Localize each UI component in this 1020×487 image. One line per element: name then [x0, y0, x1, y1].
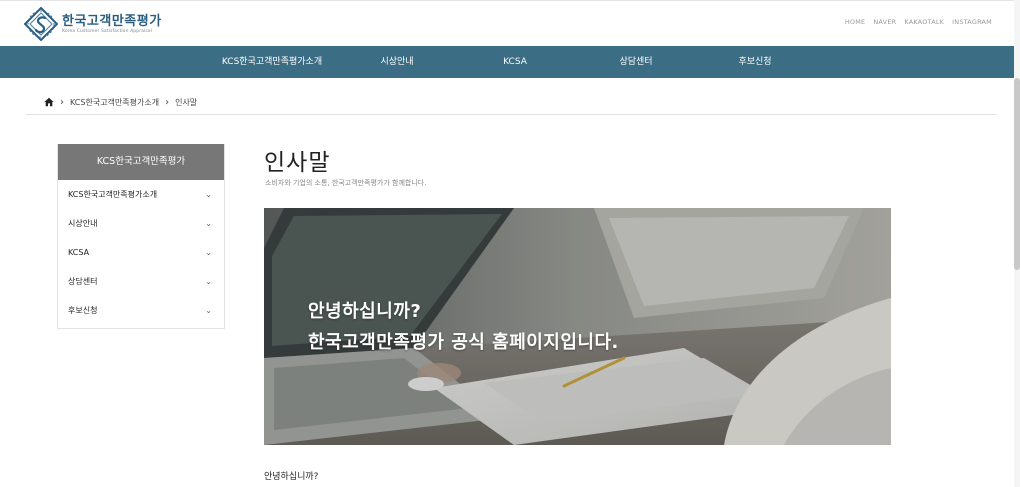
page-title: 인사말	[264, 150, 331, 176]
sidebar-item-label: 상담센터	[68, 277, 98, 286]
breadcrumb-divider	[26, 114, 996, 115]
logo-emblem-icon	[24, 7, 58, 41]
banner-line-2: 한국고객만족평가 공식 홈페이지입니다.	[308, 332, 619, 353]
chevron-down-icon: ⌄	[205, 306, 212, 315]
banner-line-1: 안녕하십니까?	[308, 301, 422, 322]
chevron-down-icon: ⌄	[205, 248, 212, 257]
sidebar-item-consulting[interactable]: 상담센터 ⌄	[58, 267, 224, 296]
sidebar-item-apply[interactable]: 후보신청 ⌄	[58, 296, 224, 325]
sidebar-item-label: KCS한국고객만족평가소개	[68, 190, 158, 199]
sidebar-item-kcsa[interactable]: KCSA ⌄	[58, 238, 224, 267]
nav-item-kcsa[interactable]: KCSA	[503, 46, 527, 78]
nav-item-awards[interactable]: 시상안내	[380, 46, 413, 78]
logo-title: 한국고객만족평가	[62, 13, 162, 29]
util-link-instagram[interactable]: INSTAGRAM	[952, 18, 992, 26]
logo-subtitle: Korea Customer Satisfaction Appraisal	[62, 28, 153, 34]
chevron-down-icon: ⌄	[205, 190, 212, 199]
page-subtitle: 소비자와 기업의 소통, 한국고객만족평가가 함께합니다.	[265, 179, 427, 187]
chevron-right-icon: ›	[60, 96, 64, 108]
sidebar-item-label: 시상안내	[68, 219, 98, 228]
chevron-down-icon: ⌄	[205, 277, 212, 286]
breadcrumb-item-intro[interactable]: KCS한국고객만족평가소개	[70, 97, 159, 108]
sidebar-item-label: 후보신청	[68, 306, 98, 315]
greeting-body-text: 안녕하십니까?	[264, 472, 319, 482]
main-navigation: KCS한국고객만족평가소개 시상안내 KCSA 상담센터 후보신청	[0, 46, 1020, 78]
util-link-kakaotalk[interactable]: KAKAOTALK	[904, 18, 944, 26]
utility-links: HOME NAVER KAKAOTALK INSTAGRAM	[845, 18, 992, 26]
sidebar-menu: KCS한국고객만족평가 KCS한국고객만족평가소개 ⌄ 시상안내 ⌄ KCSA …	[57, 144, 225, 329]
nav-item-consulting[interactable]: 상담센터	[619, 46, 652, 78]
page-scrollbar-thumb[interactable]	[1014, 78, 1020, 270]
greeting-banner: 안녕하십니까? 한국고객만족평가 공식 홈페이지입니다.	[264, 208, 891, 445]
util-link-naver[interactable]: NAVER	[873, 18, 896, 26]
site-logo[interactable]: 한국고객만족평가 Korea Customer Satisfaction App…	[24, 6, 162, 42]
chevron-right-icon: ›	[165, 96, 170, 108]
nav-item-intro[interactable]: KCS한국고객만족평가소개	[222, 46, 322, 78]
breadcrumb: › KCS한국고객만족평가소개 › 인사말	[44, 95, 197, 109]
sidebar-item-label: KCSA	[68, 248, 90, 257]
breadcrumb-item-current: 인사말	[175, 97, 198, 107]
sidebar-item-intro[interactable]: KCS한국고객만족평가소개 ⌄	[58, 180, 224, 209]
banner-copy: 안녕하십니까? 한국고객만족평가 공식 홈페이지입니다.	[308, 296, 619, 358]
nav-item-apply[interactable]: 후보신청	[738, 46, 771, 78]
util-link-home[interactable]: HOME	[845, 18, 866, 26]
chevron-down-icon: ⌄	[205, 219, 212, 228]
sidebar-title: KCS한국고객만족평가	[58, 144, 224, 180]
site-header: 한국고객만족평가 Korea Customer Satisfaction App…	[0, 0, 1020, 46]
sidebar-item-awards[interactable]: 시상안내 ⌄	[58, 209, 224, 238]
home-icon[interactable]	[44, 97, 54, 107]
